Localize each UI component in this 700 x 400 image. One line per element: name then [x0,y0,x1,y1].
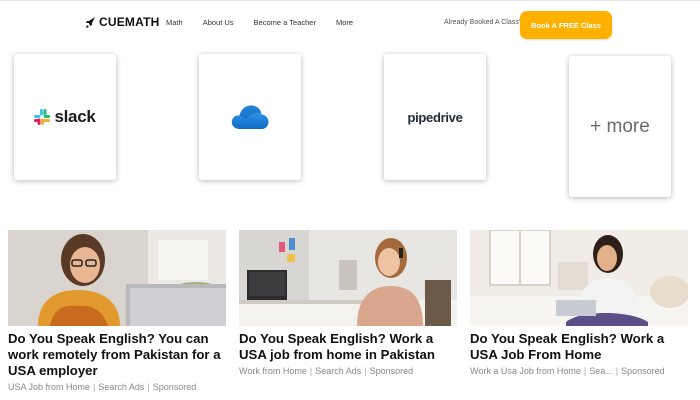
article-source: Work a Usa Job from Home [470,366,581,376]
book-free-class-button[interactable]: Book A FREE Class [520,11,612,39]
article-provider: Search Ads [315,366,362,376]
woman-on-bed-with-laptop-thumbnail [470,230,688,326]
sponsored-label: Sponsored [369,366,414,376]
top-navbar: CUEMATH Math About Us Become a Teacher M… [0,0,700,44]
sponsored-article-3[interactable]: Do You Speak English? Work a USA Job Fro… [470,230,688,376]
pipedrive-wordmark: pipedrive [407,109,463,125]
cuemath-logo[interactable]: CUEMATH [86,15,160,29]
article-title[interactable]: Do You Speak English? Work a USA Job Fro… [470,331,688,363]
rocket-icon [86,16,95,28]
woman-on-phone-at-desk-thumbnail [239,230,457,326]
nav-item-more[interactable]: More [336,18,353,27]
article-provider: Sea... [589,366,613,376]
slack-wordmark: slack [54,107,96,126]
brand-name: CUEMATH [99,15,160,29]
article-meta: Work a Usa Job from Home | Sea... | Sponsore… [470,366,688,376]
nav-item-become-teacher[interactable]: Become a Teacher [254,18,316,27]
article-meta: USA Job from Home | Search Ads | Sponsored [8,382,226,392]
slack-card[interactable]: slack [14,54,116,180]
slack-logo: slack [34,107,96,127]
sponsored-label: Sponsored [152,382,197,392]
meta-separator: | [364,366,367,376]
article-provider: Search Ads [98,382,145,392]
onedrive-card[interactable] [199,54,301,180]
meta-separator: | [93,382,96,392]
more-integrations-label: + more [590,115,650,137]
nav-item-about-us[interactable]: About Us [203,18,234,27]
meta-separator: | [309,366,313,376]
slack-icon [34,109,51,125]
article-source: Work from Home [239,366,307,376]
already-booked-link[interactable]: Already Booked A Class? [444,19,523,26]
meta-separator: | [583,366,587,376]
nav-item-math[interactable]: Math [166,18,183,27]
sponsored-article-1[interactable]: Do You Speak English? You can work remot… [8,230,226,392]
article-meta: Work from Home | Search Ads | Sponsored [239,366,457,376]
more-integrations-card[interactable]: + more [569,56,671,197]
onedrive-cloud-icon [231,105,269,129]
meta-separator: | [147,382,150,392]
page: CUEMATH Math About Us Become a Teacher M… [0,0,700,400]
sponsored-article-2[interactable]: Do You Speak English? Work a USA job fro… [239,230,457,376]
article-title[interactable]: Do You Speak English? Work a USA job fro… [239,331,457,363]
pipedrive-card[interactable]: pipedrive [384,54,486,180]
article-source: USA Job from Home [8,382,91,392]
nav-links: Math About Us Become a Teacher More [166,18,373,27]
meta-separator: | [615,366,619,376]
woman-with-laptop-thumbnail [8,230,226,326]
sponsored-label: Sponsored [621,366,665,376]
article-title[interactable]: Do You Speak English? You can work remot… [8,331,226,379]
